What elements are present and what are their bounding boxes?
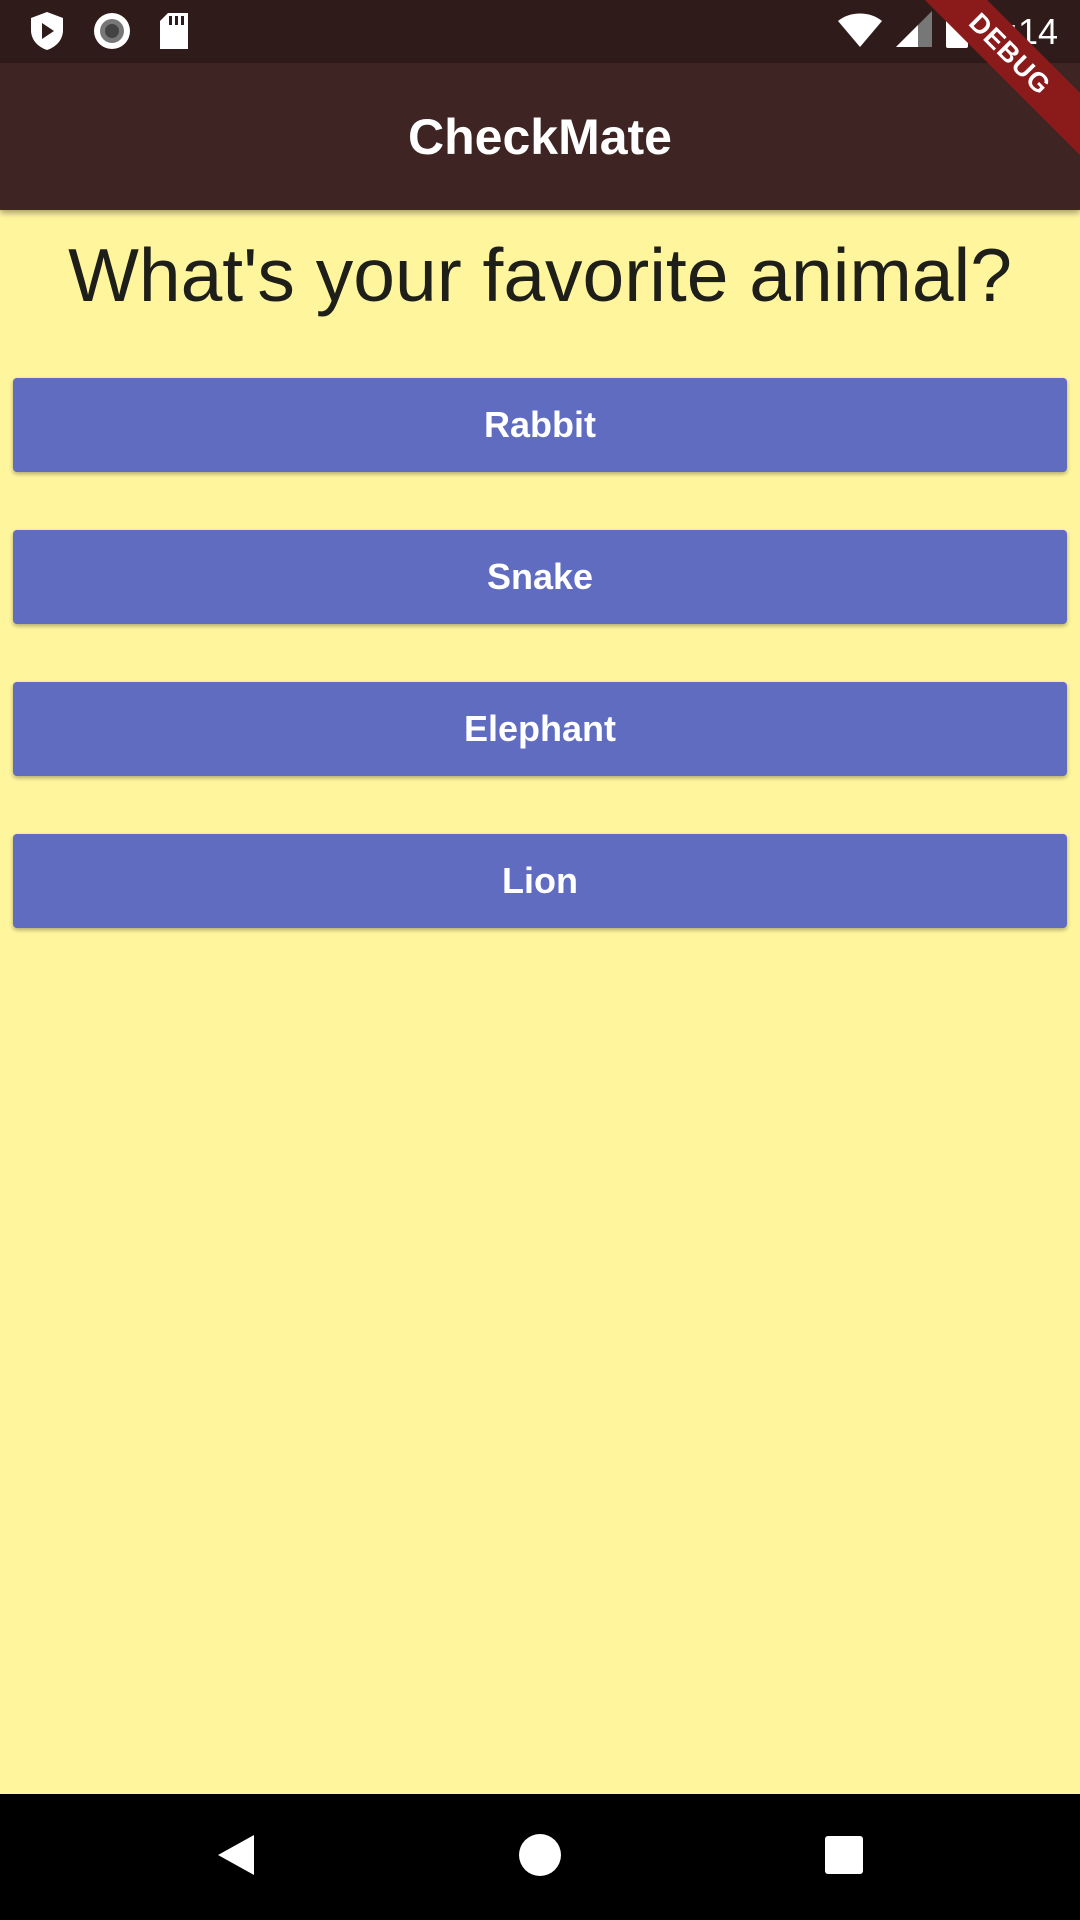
answer-button-lion[interactable]: Lion: [13, 834, 1067, 928]
app-screen: 4:14 CheckMate DEBUG What's your favorit…: [0, 0, 1080, 1920]
answer-list: Rabbit Snake Elephant Lion: [13, 378, 1067, 986]
question-title: What's your favorite animal?: [68, 233, 1012, 317]
record-icon: [92, 11, 132, 56]
answer-button-elephant[interactable]: Elephant: [13, 682, 1067, 776]
sd-card-icon: [158, 11, 190, 56]
navigation-bar: [0, 1794, 1080, 1920]
home-icon: [518, 1833, 562, 1882]
back-button[interactable]: [176, 1794, 296, 1920]
status-bar: 4:14: [0, 0, 1080, 63]
home-button[interactable]: [480, 1794, 600, 1920]
recents-button[interactable]: [784, 1794, 904, 1920]
answer-button-rabbit[interactable]: Rabbit: [13, 378, 1067, 472]
play-protect-icon: [28, 10, 66, 57]
app-title: CheckMate: [408, 108, 672, 165]
app-bar: CheckMate: [0, 63, 1080, 210]
answer-button-snake[interactable]: Snake: [13, 530, 1067, 624]
recents-icon: [823, 1834, 865, 1881]
back-icon: [214, 1831, 258, 1884]
status-icons-left: [28, 10, 190, 57]
wifi-icon: [836, 9, 884, 54]
signal-icon: [894, 9, 934, 54]
